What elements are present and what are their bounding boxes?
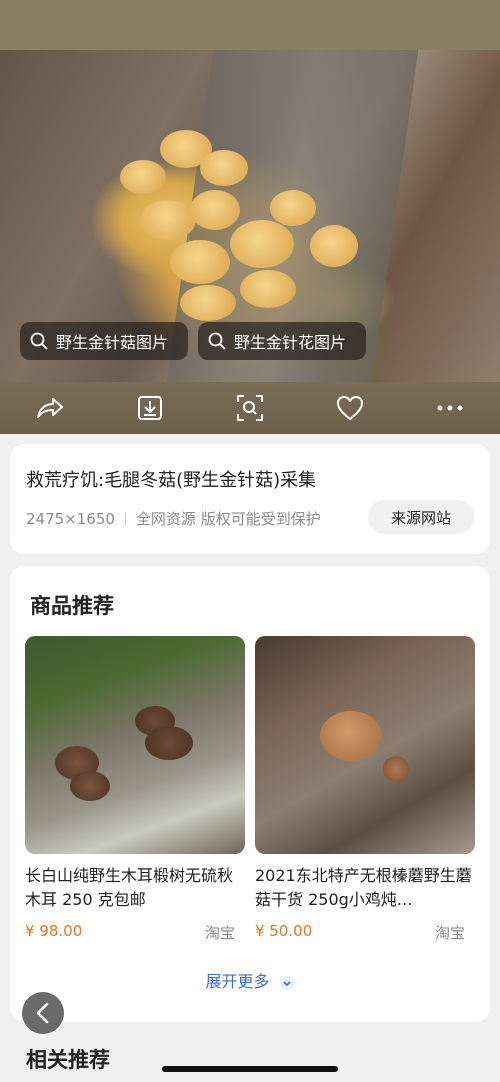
product-name: 长白山纯野生木耳椴树无硫秋木耳 250 克包邮 [25,866,234,909]
image-meta: 2475×1650 全网资源 版权可能受到保护 [26,508,321,529]
product-shop: 淘宝 [434,924,465,942]
download-button[interactable] [130,388,170,428]
image-dimensions: 2475×1650 [26,509,115,528]
mushroom-cap [120,160,166,194]
mushroom-cap [200,150,248,186]
chip-label: 野生金针菇图片 [56,333,169,352]
share-icon [37,398,63,418]
section-title: 商品推荐 [30,594,114,618]
mushroom-cap [140,200,196,240]
hazel-mushroom-graphic [383,756,409,782]
heart-icon [337,396,363,420]
product-price: ¥ 98.00 [25,922,83,940]
hero-image[interactable]: 野生金针菇图片 野生金针花图片 [0,50,500,382]
mushroom-cap [170,240,230,284]
favorite-button[interactable] [330,388,370,428]
wood-ear-graphic [145,726,193,760]
mushroom-cap [310,225,358,267]
divider [124,511,126,526]
product-name: 2021东北特产无根榛蘑野生蘑菇干货 250g小鸡炖… [255,866,472,909]
product-shop: 淘宝 [204,924,235,942]
download-icon [138,396,162,420]
share-button[interactable] [30,388,70,428]
mushroom-cap [240,270,296,308]
expand-more-link[interactable]: 展开更多 [10,968,490,992]
product-image[interactable] [25,636,245,854]
product-item[interactable]: 2021东北特产无根榛蘑野生蘑菇干货 250g小鸡炖… ¥ 50.00 淘宝 [255,636,475,943]
visual-search-icon [237,395,263,421]
product-image[interactable] [255,636,475,854]
image-info-card: 救荒疗饥:毛腿冬菇(野生金针菇)采集 2475×1650 全网资源 版权可能受到… [10,444,490,554]
image-toolbar [0,382,500,434]
search-icon [30,332,48,350]
product-item[interactable]: 长白山纯野生木耳椴树无硫秋木耳 250 克包邮 ¥ 98.00 淘宝 [25,636,245,943]
mushroom-cap [190,190,240,230]
back-button[interactable] [22,992,64,1034]
more-button[interactable] [430,388,470,428]
mushroom-cap [230,220,294,268]
image-title: 救荒疗饥:毛腿冬菇(野生金针菇)采集 [26,470,317,491]
related-search-chip[interactable]: 野生金针菇图片 [20,322,188,360]
chip-label: 野生金针花图片 [234,333,347,352]
chevron-left-icon [36,1002,49,1024]
more-icon [437,405,463,411]
top-bar [0,0,500,52]
related-section-title: 相关推荐 [26,1048,110,1072]
home-indicator[interactable] [162,1066,338,1072]
copyright-note: 全网资源 版权可能受到保护 [135,510,321,528]
product-recommend-card: 商品推荐 长白山纯野生木耳椴树无硫秋木耳 250 克包邮 ¥ 98.00 淘宝 … [10,566,490,1022]
mushroom-cap [180,285,236,321]
expand-more-label: 展开更多 [205,972,270,991]
search-icon [208,332,226,350]
hazel-mushroom-graphic [320,711,382,761]
visual-search-button[interactable] [230,388,270,428]
related-search-chip[interactable]: 野生金针花图片 [198,322,366,360]
source-website-button[interactable]: 来源网站 [368,500,474,534]
product-price: ¥ 50.00 [255,922,313,940]
chevron-down-icon [279,975,294,990]
mushroom-cap [270,190,316,226]
wood-ear-graphic [70,771,110,801]
